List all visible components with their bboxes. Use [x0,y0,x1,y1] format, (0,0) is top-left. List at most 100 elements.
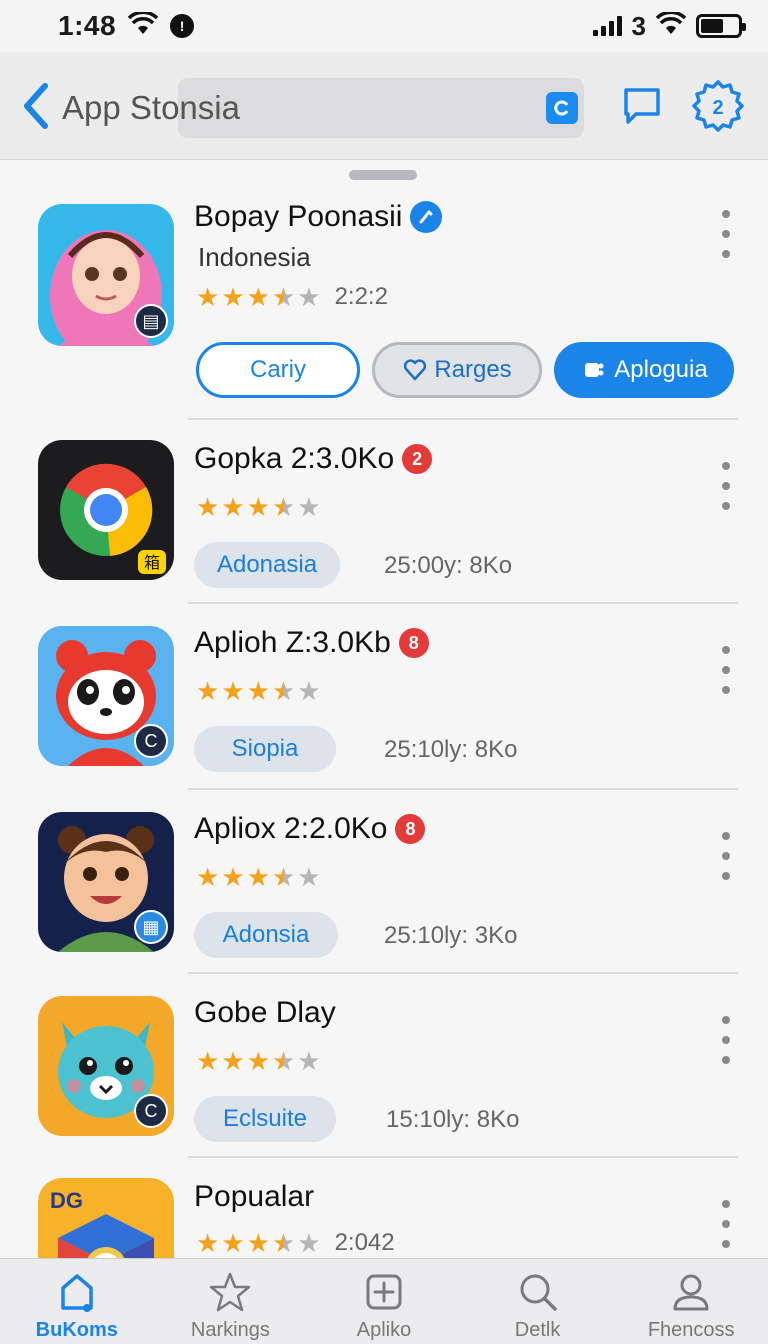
search-icon [515,1269,561,1315]
messages-button[interactable] [616,80,668,132]
app-name: Apliox 2:2.0Ko [194,812,388,845]
app-meta: 25:00y: 8Ko [384,552,513,579]
more-options-button[interactable] [712,204,740,264]
tab-bukoms[interactable]: BuKoms [0,1259,154,1344]
colorful-cube-icon: DG [38,1178,174,1258]
settings-button[interactable]: 2 [692,80,744,132]
battery-icon [696,14,746,38]
app-name-row: Gopka 2:3.0Ko 2 [194,442,433,476]
star-rating: ★ ★ ★ ★ ★ [196,864,321,890]
secondary-button[interactable]: Rarges [372,342,542,398]
star-icon: ★ [246,862,270,892]
star-icon: ★ [196,1228,220,1258]
star-rating: ★ ★ ★ ★ ★ 2:042 [196,1230,395,1256]
divider [188,972,738,974]
star-icon: ★ [221,676,245,706]
star-icon: ★ [271,1228,296,1258]
star-icon: ★ [196,492,220,522]
star-rating: ★ ★ ★ ★ ★ [196,494,321,520]
home-icon [54,1269,100,1315]
app-name: Gopka 2:3.0Ko [194,442,395,475]
divider [188,602,738,604]
tab-label: Detlk [514,1319,561,1341]
c-badge-icon: C [134,1094,168,1128]
wifi-icon-right [655,10,687,41]
tab-label: Apliko [356,1319,412,1341]
star-icon: ★ [271,492,296,522]
hijab-girl-icon: ▤ [38,204,174,346]
person-icon [668,1269,714,1315]
category-chip[interactable]: Adonasia [194,542,340,588]
star-rating: ★ ★ ★ ★ ★ [196,1048,321,1074]
tab-bar: BuKoms Narkings Apliko Detlk Fhencoss [0,1258,768,1344]
header: App Stonsia 2 [0,52,768,160]
divider [188,418,738,420]
status-time: 1:48 [58,10,117,41]
star-icon: ★ [297,282,321,312]
star-icon: ★ [271,282,296,312]
star-icon: ★ [196,282,220,312]
star-icon: ★ [297,862,321,892]
wifi-icon [127,10,159,41]
secondary-button-label: Rarges [434,356,512,383]
star-icon: ★ [196,862,220,892]
grid-badge-icon: ▦ [134,910,168,944]
verified-icon [410,201,443,233]
more-options-button[interactable] [712,1010,740,1070]
star-icon: ★ [221,492,245,522]
tab-fhencoss[interactable]: Fhencoss [614,1259,768,1344]
notification-dot-icon: ! [170,14,195,38]
category-chip[interactable]: Siopia [194,726,336,772]
plus-box-icon [361,1269,407,1315]
star-icon: ★ [246,1046,270,1076]
outline-button[interactable]: Cariy [196,342,360,398]
star-icon: ★ [196,676,220,706]
primary-button-label: Aploguia [614,356,708,383]
chat-bubble-icon [624,88,660,124]
tab-narkings[interactable]: Narkings [154,1259,308,1344]
status-left: 1:48 ! [58,10,195,42]
app-name: Bopay Poonasii [194,200,403,233]
tab-detlk[interactable]: Detlk [461,1259,615,1344]
star-icon: ★ [271,862,296,892]
star-icon [207,1269,253,1315]
boy-character-icon: ▦ [38,812,174,952]
svg-text:2: 2 [712,97,723,119]
star-icon: ★ [221,282,245,312]
search-field[interactable]: App Stonsia [52,78,584,138]
count-badge: 8 [398,628,429,658]
category-chip[interactable]: Eclsuite [194,1096,336,1142]
primary-button[interactable]: Aploguia [554,342,734,398]
star-icon: ★ [246,676,270,706]
download-icon [585,363,604,377]
app-meta: 15:10ly: 8Ko [386,1106,520,1133]
more-options-button[interactable] [712,456,740,516]
more-options-button[interactable] [712,1194,740,1254]
cat-character-icon: C [38,996,174,1136]
more-options-button[interactable] [712,826,740,886]
star-icon: ★ [297,676,321,706]
star-rating: ★ ★ ★ ★ ★ [196,678,321,704]
sheet-grabber[interactable] [349,170,417,180]
app-meta: 25:10ly: 3Ko [384,922,518,949]
app-name-row: Popualar [194,1180,314,1214]
star-icon: ★ [297,1228,321,1258]
app-name-row: Aplioh Z:3.0Kb 8 [194,626,429,660]
tab-label: Fhencoss [647,1319,735,1341]
app-list-sheet: ▤ Bopay Poonasii Indonesia ★ ★ ★ ★ ★ 2:2:2 Ca… [0,160,768,1258]
search-clear-button[interactable] [546,92,578,124]
star-icon: ★ [246,1228,270,1258]
divider [188,1156,738,1158]
back-button[interactable] [16,80,56,132]
category-chip[interactable]: Adonsia [194,912,338,958]
status-right: 3 [592,10,746,42]
star-icon: ★ [246,282,270,312]
rating-score: 2:2:2 [334,283,388,310]
divider [188,788,738,790]
star-rating: ★ ★ ★ ★ ★ 2:2:2 [196,284,388,310]
tab-apliko[interactable]: Apliko [307,1259,461,1344]
app-name: Popualar [194,1180,315,1213]
count-badge: 2 [402,444,433,474]
more-options-button[interactable] [712,640,740,700]
store-badge-icon: ▤ [134,304,168,338]
